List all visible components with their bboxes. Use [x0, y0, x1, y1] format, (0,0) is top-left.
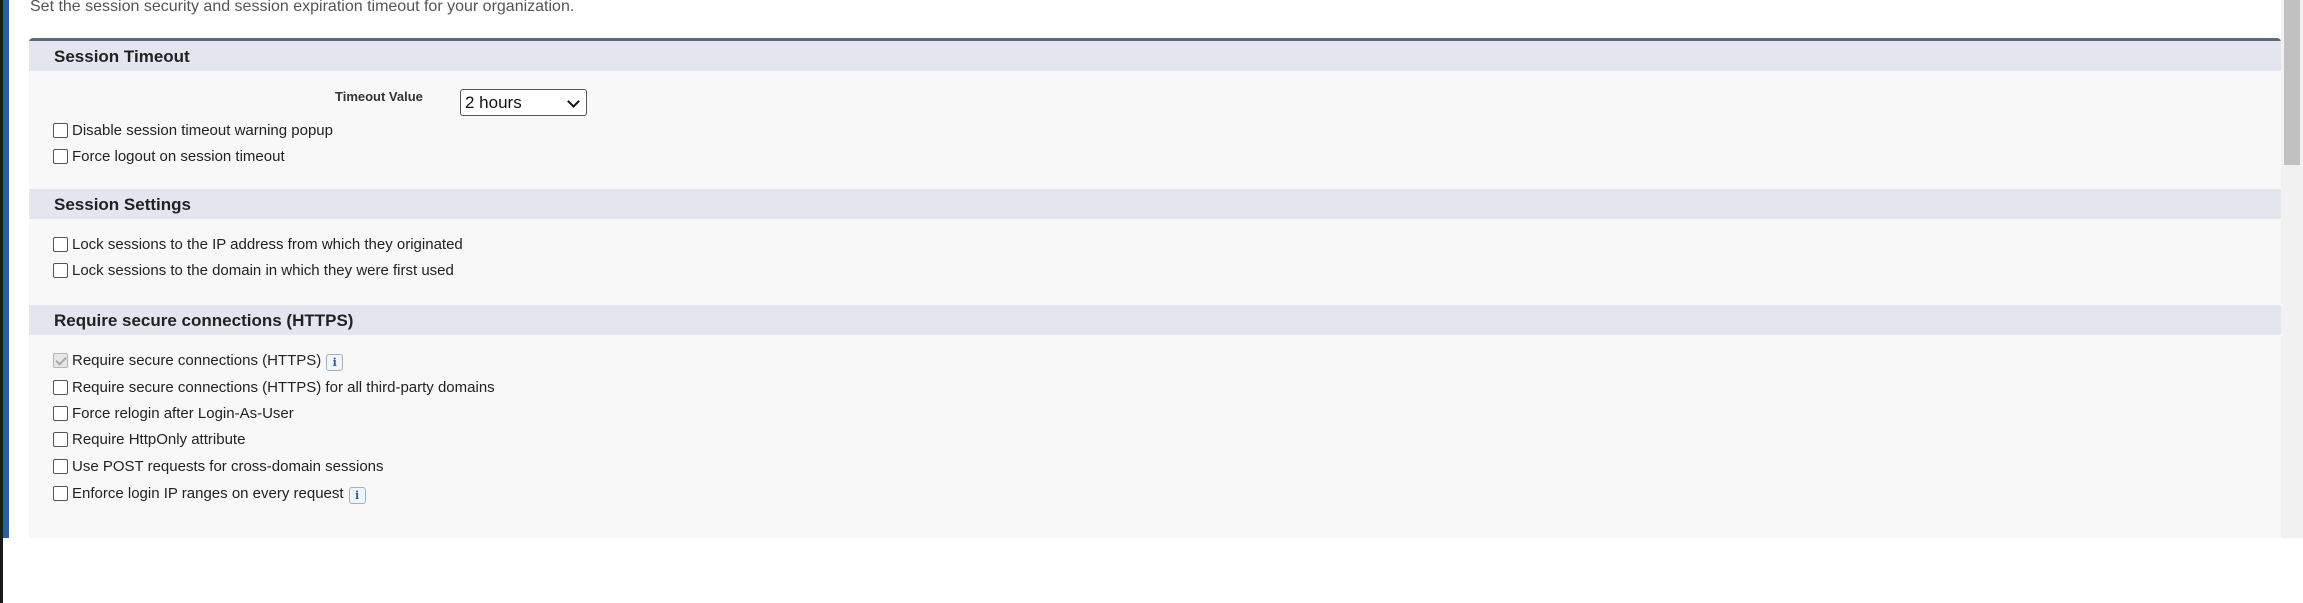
timeout-value-select[interactable]: 2 hours: [460, 89, 587, 116]
option-disable-timeout-warning[interactable]: Disable session timeout warning popup: [53, 120, 333, 140]
info-glyph: i: [332, 355, 337, 369]
option-label: Force logout on session timeout: [72, 147, 285, 165]
option-label: Require secure connections (HTTPS): [72, 351, 322, 369]
checkbox[interactable]: [53, 431, 68, 447]
option-lock-domain[interactable]: Lock sessions to the domain in which the…: [53, 260, 454, 280]
checkbox[interactable]: [53, 148, 68, 164]
option-require-https: Require secure connections (HTTPS) i: [53, 350, 344, 371]
option-label: Lock sessions to the IP address from whi…: [72, 235, 463, 253]
option-label: Require secure connections (HTTPS) for a…: [72, 378, 495, 396]
timeout-value-label: Timeout Value: [335, 89, 423, 104]
checkbox[interactable]: [53, 458, 68, 474]
section-header-secure-connections: Require secure connections (HTTPS): [29, 305, 2281, 335]
option-force-logout[interactable]: Force logout on session timeout: [53, 146, 285, 166]
option-label: Enforce login IP ranges on every request: [72, 484, 344, 502]
page-footer-blank: [3, 538, 2303, 603]
option-label: Lock sessions to the domain in which the…: [72, 261, 454, 279]
checkbox-checked-disabled: [53, 352, 68, 368]
option-force-relogin[interactable]: Force relogin after Login-As-User: [53, 403, 294, 423]
page-description: Set the session security and session exp…: [30, 0, 575, 15]
checkbox[interactable]: [53, 379, 68, 395]
option-enforce-ip-ranges[interactable]: Enforce login IP ranges on every request…: [53, 483, 366, 504]
info-icon[interactable]: i: [326, 353, 344, 371]
option-lock-ip[interactable]: Lock sessions to the IP address from whi…: [53, 234, 463, 254]
checkbox[interactable]: [53, 122, 68, 138]
option-post-requests[interactable]: Use POST requests for cross-domain sessi…: [53, 456, 384, 476]
section-title: Session Settings: [54, 195, 191, 214]
option-https-third-party[interactable]: Require secure connections (HTTPS) for a…: [53, 377, 495, 397]
scrollbar-thumb[interactable]: [2284, 0, 2300, 165]
chevron-down-icon: [567, 95, 580, 108]
section-header-session-settings: Session Settings: [29, 189, 2281, 219]
checkbox[interactable]: [53, 405, 68, 421]
info-icon[interactable]: i: [348, 486, 366, 504]
option-label: Force relogin after Login-As-User: [72, 404, 294, 422]
session-settings-page: Set the session security and session exp…: [0, 0, 2303, 603]
settings-panel: Session Timeout Timeout Value 2 hours Di…: [29, 38, 2281, 538]
checkbox[interactable]: [53, 262, 68, 278]
timeout-selected-value: 2 hours: [465, 93, 522, 112]
option-label: Require HttpOnly attribute: [72, 430, 246, 448]
checkbox[interactable]: [53, 236, 68, 252]
option-label: Use POST requests for cross-domain sessi…: [72, 457, 384, 475]
section-header-session-timeout: Session Timeout: [29, 41, 2281, 71]
option-label: Disable session timeout warning popup: [72, 121, 333, 139]
checkbox[interactable]: [53, 485, 68, 501]
section-title: Require secure connections (HTTPS): [54, 311, 354, 330]
section-title: Session Timeout: [54, 47, 190, 66]
option-httponly[interactable]: Require HttpOnly attribute: [53, 429, 245, 449]
info-glyph: i: [354, 488, 360, 502]
